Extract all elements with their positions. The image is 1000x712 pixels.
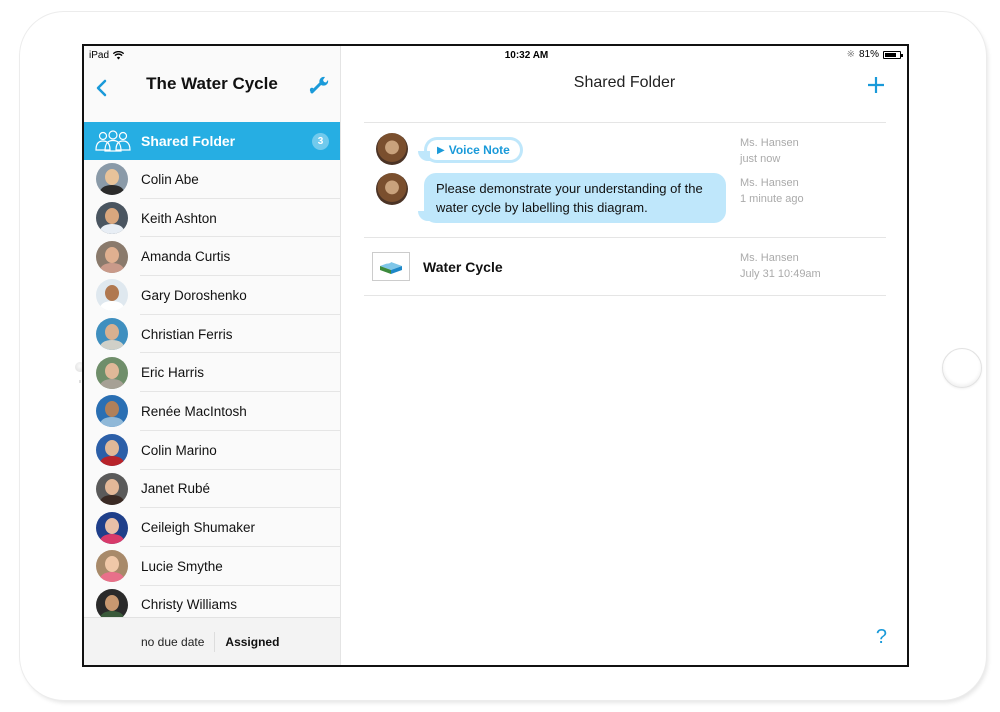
message-author: Ms. Hansen bbox=[740, 137, 799, 149]
sidebar-footer: no due date Assigned bbox=[84, 617, 340, 665]
student-row[interactable]: Eric Harris bbox=[84, 353, 340, 392]
message-time: 1 minute ago bbox=[740, 193, 804, 205]
message-meta: Ms. Hansen 1 minute ago bbox=[740, 175, 804, 207]
student-row[interactable]: Gary Doroshenko bbox=[84, 276, 340, 315]
student-avatar bbox=[96, 318, 128, 351]
student-row[interactable]: Christian Ferris bbox=[84, 315, 340, 354]
file-meta: Ms. Hansen July 31 10:49am bbox=[740, 250, 821, 282]
play-icon: ▶ bbox=[437, 144, 445, 156]
sidebar-item-shared-folder[interactable]: Shared Folder 3 bbox=[84, 122, 340, 160]
message-bubble: Please demonstrate your understanding of… bbox=[418, 173, 726, 223]
student-row[interactable]: Colin Abe bbox=[84, 160, 340, 199]
file-author: Ms. Hansen bbox=[740, 252, 799, 264]
student-name: Christy Williams bbox=[141, 597, 237, 613]
student-avatar bbox=[96, 240, 128, 273]
student-name: Christian Ferris bbox=[141, 326, 233, 342]
bluetooth-icon: ※ bbox=[846, 49, 855, 60]
clock: 10:32 AM bbox=[504, 50, 549, 61]
student-name: Colin Abe bbox=[141, 171, 199, 187]
help-button[interactable]: ? bbox=[876, 626, 887, 649]
battery-fill bbox=[885, 52, 897, 57]
add-button[interactable] bbox=[865, 74, 887, 96]
student-avatar bbox=[96, 202, 128, 235]
student-name: Renée MacIntosh bbox=[141, 403, 247, 419]
student-row[interactable]: Renée MacIntosh bbox=[84, 392, 340, 431]
due-date-button[interactable]: no due date bbox=[141, 631, 216, 652]
student-name: Amanda Curtis bbox=[141, 249, 231, 265]
voice-note-button[interactable]: ▶ Voice Note bbox=[418, 137, 523, 163]
main-panel: Shared Folder ▶ Voice Note Ms. Hansen ju… bbox=[342, 46, 907, 665]
student-name: Keith Ashton bbox=[141, 210, 217, 226]
student-row[interactable]: Lucie Smythe bbox=[84, 547, 340, 586]
student-avatar bbox=[96, 163, 128, 196]
student-row[interactable]: Amanda Curtis bbox=[84, 237, 340, 276]
unread-count-badge: 3 bbox=[312, 132, 329, 150]
message-meta: Ms. Hansen just now bbox=[740, 135, 799, 167]
shared-folder-label: Shared Folder bbox=[141, 133, 236, 149]
assignment-status[interactable]: Assigned bbox=[225, 635, 279, 649]
student-row[interactable]: Janet Rubé bbox=[84, 470, 340, 509]
sidebar-header: The Water Cycle bbox=[84, 66, 340, 122]
battery-icon bbox=[883, 50, 903, 59]
voice-note-label: Voice Note bbox=[448, 143, 510, 157]
message-time: just now bbox=[740, 153, 781, 165]
student-avatar bbox=[96, 395, 128, 428]
wrench-icon bbox=[309, 76, 329, 94]
message-author: Ms. Hansen bbox=[740, 177, 799, 189]
group-icon bbox=[95, 130, 131, 152]
status-bar: iPad 10:32 AM ※ 81% bbox=[84, 46, 907, 66]
student-row[interactable]: Ceileigh Shumaker bbox=[84, 508, 340, 547]
sensor bbox=[79, 380, 81, 383]
student-avatar bbox=[96, 279, 128, 312]
student-row[interactable]: Colin Marino bbox=[84, 431, 340, 470]
app-screen: iPad 10:32 AM ※ 81% The Water Cycle Shar… bbox=[82, 44, 909, 667]
message-item: Please demonstrate your understanding of… bbox=[364, 173, 886, 223]
student-name: Janet Rubé bbox=[141, 481, 211, 497]
student-list: Colin Abe Keith Ashton Amanda Curtis Gar… bbox=[84, 160, 340, 624]
student-name: Colin Marino bbox=[141, 442, 217, 458]
student-row[interactable]: Keith Ashton bbox=[84, 199, 340, 238]
file-time: July 31 10:49am bbox=[740, 268, 821, 280]
student-name: Ceileigh Shumaker bbox=[141, 520, 256, 536]
student-avatar bbox=[96, 511, 128, 544]
file-item-water-cycle[interactable]: Water Cycle Ms. Hansen July 31 10:49am bbox=[364, 238, 886, 296]
student-avatar bbox=[96, 356, 128, 389]
plus-icon bbox=[868, 77, 884, 93]
assignment-title: The Water Cycle bbox=[146, 74, 278, 93]
student-avatar bbox=[96, 550, 128, 583]
student-avatar bbox=[96, 472, 128, 505]
student-name: Eric Harris bbox=[141, 365, 204, 381]
student-name: Lucie Smythe bbox=[141, 558, 223, 574]
student-name: Gary Doroshenko bbox=[141, 287, 247, 303]
file-name: Water Cycle bbox=[423, 258, 503, 275]
message-group: ▶ Voice Note Ms. Hansen just now Please … bbox=[364, 123, 886, 238]
battery-percent: 81% bbox=[858, 49, 879, 60]
teacher-avatar bbox=[376, 173, 408, 205]
teacher-avatar bbox=[376, 133, 408, 165]
student-avatar bbox=[96, 434, 128, 467]
message-feed: ▶ Voice Note Ms. Hansen just now Please … bbox=[364, 122, 886, 296]
sidebar: The Water Cycle Shared Folder 3 Colin Ab… bbox=[84, 46, 341, 665]
diagram-thumbnail-icon bbox=[380, 259, 402, 274]
home-button[interactable] bbox=[942, 348, 982, 388]
file-thumbnail bbox=[372, 252, 410, 281]
settings-button[interactable] bbox=[308, 73, 330, 95]
message-item: ▶ Voice Note Ms. Hansen just now bbox=[364, 133, 886, 171]
page-title: Shared Folder bbox=[573, 74, 676, 91]
